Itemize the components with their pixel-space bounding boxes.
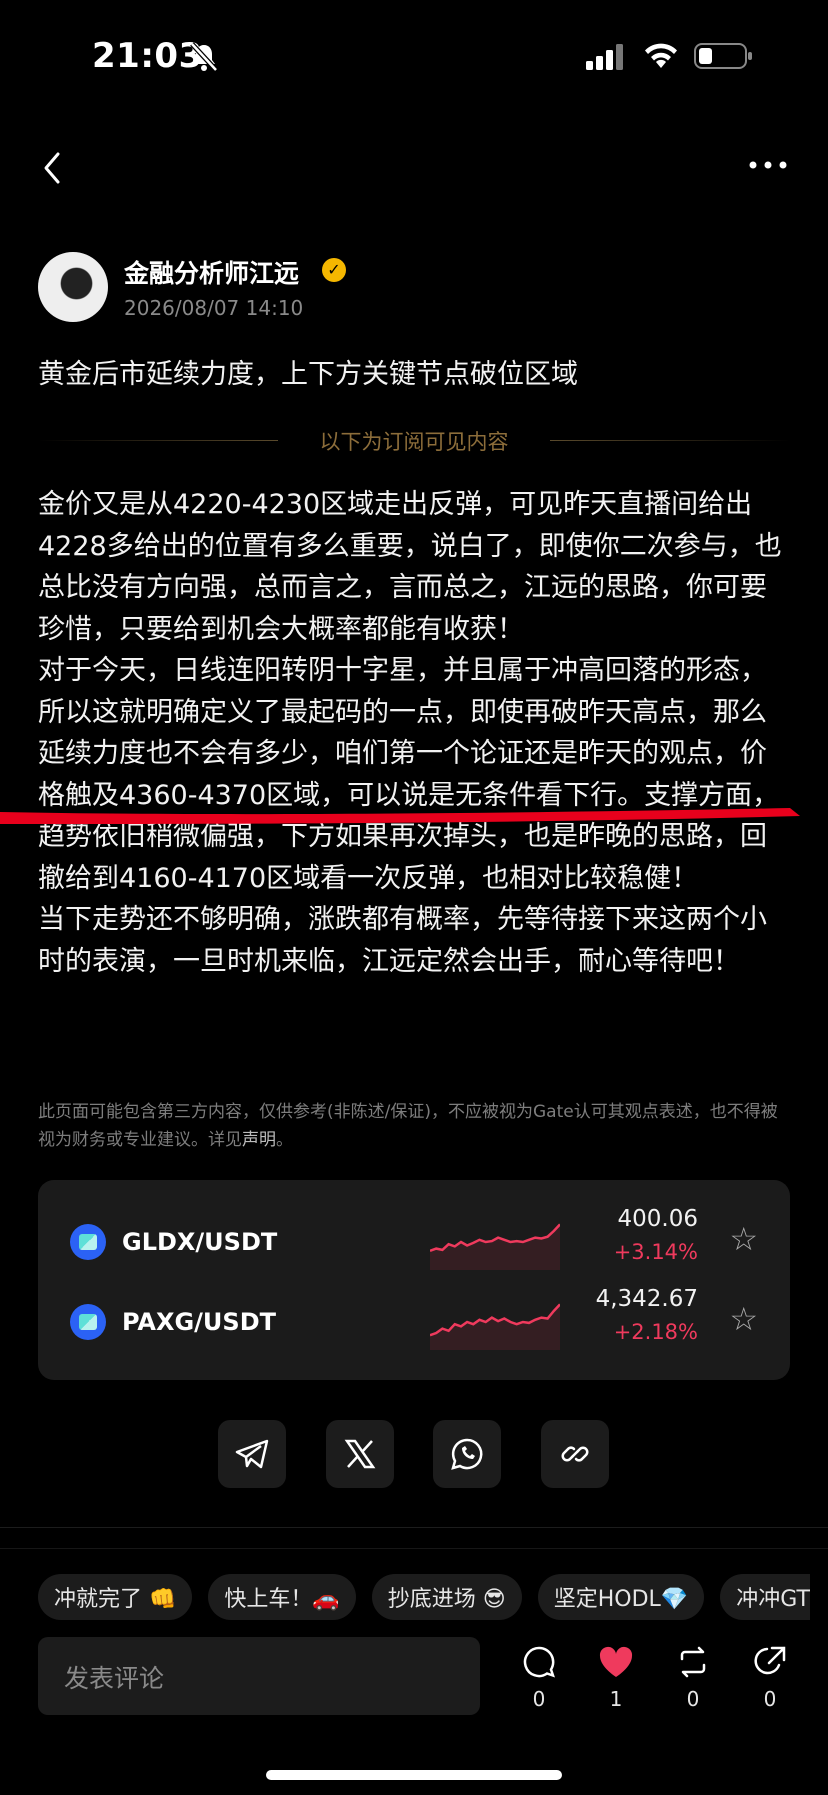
- divider: [0, 1548, 828, 1549]
- whatsapp-icon: [451, 1438, 483, 1470]
- market-card: GLDX/USDT 400.06 +3.14% ☆ PAXG/USDT 4,34…: [38, 1180, 790, 1380]
- share-x-button[interactable]: [326, 1420, 394, 1488]
- post-paragraph: 当下走势还不够明确，涨跌都有概率，先等待接下来这两个小时的表演，一旦时机来临，江…: [38, 904, 767, 977]
- copy-link-button[interactable]: [541, 1420, 609, 1488]
- back-arrow-icon[interactable]: [38, 148, 66, 188]
- disclaimer: 此页面可能包含第三方内容，仅供参考(非陈述/保证)，不应被视为Gate认可其观点…: [38, 1098, 778, 1154]
- signal-icon: [586, 44, 623, 70]
- status-time: 21:03: [92, 36, 203, 76]
- disclaimer-end: 。: [276, 1130, 293, 1150]
- verified-badge-icon: ✓: [322, 258, 346, 282]
- reaction-chip[interactable]: 坚定HODL💎: [537, 1574, 705, 1620]
- more-options-icon[interactable]: [748, 160, 788, 170]
- share-arrow-icon: [754, 1646, 786, 1675]
- market-row[interactable]: PAXG/USDT 4,342.67 +2.18% ☆: [38, 1282, 790, 1362]
- author-name[interactable]: 金融分析师江远: [124, 254, 299, 290]
- post-body: 金价又是从4220-4230区域走出反弹，可见昨天直播间给出4228多给出的位置…: [38, 484, 790, 982]
- pair-price: 4,342.67: [595, 1286, 698, 1312]
- post-paragraph: 对于今天，日线连阳转阴十字星，并且属于冲高回落的形态，所以这就明确定义了最起码的…: [38, 655, 780, 894]
- sparkline-area: [430, 1304, 560, 1350]
- repost-icon: [680, 1646, 706, 1678]
- paxg-coin-icon: [70, 1304, 106, 1340]
- sparkline: [430, 1223, 560, 1270]
- sparkline: [430, 1303, 560, 1350]
- comment-placeholder: 发表评论: [64, 1664, 165, 1693]
- pair-name: GLDX/USDT: [122, 1228, 278, 1256]
- share-action[interactable]: 0: [745, 1645, 795, 1711]
- pair-change: +2.18%: [613, 1320, 698, 1344]
- x-icon: [344, 1439, 376, 1469]
- comment-count: 0: [532, 1687, 546, 1711]
- pair-price: 400.06: [617, 1206, 698, 1232]
- reaction-chip[interactable]: 抄底进场 😎: [371, 1574, 522, 1620]
- heart-icon: [599, 1646, 633, 1677]
- telegram-icon: [235, 1439, 269, 1469]
- comment-action[interactable]: 0: [514, 1645, 564, 1711]
- market-row[interactable]: GLDX/USDT 400.06 +3.14% ☆: [38, 1202, 790, 1282]
- share-count: 0: [763, 1687, 777, 1711]
- disclaimer-text: 此页面可能包含第三方内容，仅供参考(非陈述/保证)，不应被视为Gate认可其观点…: [38, 1102, 778, 1150]
- post-paragraph: 金价又是从4220-4230区域走出反弹，可见昨天直播间给出4228多给出的位置…: [38, 489, 782, 645]
- like-action[interactable]: 1: [591, 1645, 641, 1711]
- favorite-star-icon[interactable]: ☆: [729, 1220, 758, 1258]
- share-telegram-button[interactable]: [218, 1420, 286, 1488]
- subscription-divider: 以下为订阅可见内容: [38, 426, 790, 456]
- wifi-icon: [645, 43, 677, 68]
- reaction-chip[interactable]: 冲冲GT: [720, 1574, 810, 1620]
- repost-count: 0: [686, 1687, 700, 1711]
- disclaimer-link[interactable]: 声明: [242, 1130, 276, 1150]
- home-indicator[interactable]: [266, 1770, 562, 1780]
- link-icon: [561, 1446, 589, 1462]
- share-whatsapp-button[interactable]: [433, 1420, 501, 1488]
- divider: [0, 1527, 828, 1528]
- sparkline-area: [430, 1224, 560, 1270]
- pair-name: PAXG/USDT: [122, 1308, 276, 1336]
- comment-bubble-icon: [523, 1646, 555, 1678]
- reaction-chip[interactable]: 冲就完了 👊: [38, 1574, 193, 1620]
- post-title: 黄金后市延续力度，上下方关键节点破位区域: [38, 359, 578, 390]
- like-count: 1: [609, 1687, 623, 1711]
- bell-muted-icon: [190, 42, 218, 72]
- favorite-star-icon[interactable]: ☆: [729, 1300, 758, 1338]
- avatar[interactable]: [38, 252, 108, 322]
- battery-icon: [694, 43, 752, 69]
- post-date: 2026/08/07 14:10: [124, 296, 304, 320]
- comment-input[interactable]: 发表评论: [38, 1637, 480, 1715]
- reaction-chip[interactable]: 快上车！🚗: [208, 1574, 356, 1620]
- reaction-chips: 冲就完了 👊 快上车！🚗 抄底进场 😎 坚定HODL💎 冲冲GT: [38, 1574, 810, 1620]
- repost-action[interactable]: 0: [668, 1645, 718, 1711]
- subscription-divider-label: 以下为订阅可见内容: [319, 430, 509, 454]
- pair-change: +3.14%: [613, 1240, 698, 1264]
- gldx-coin-icon: [70, 1224, 106, 1260]
